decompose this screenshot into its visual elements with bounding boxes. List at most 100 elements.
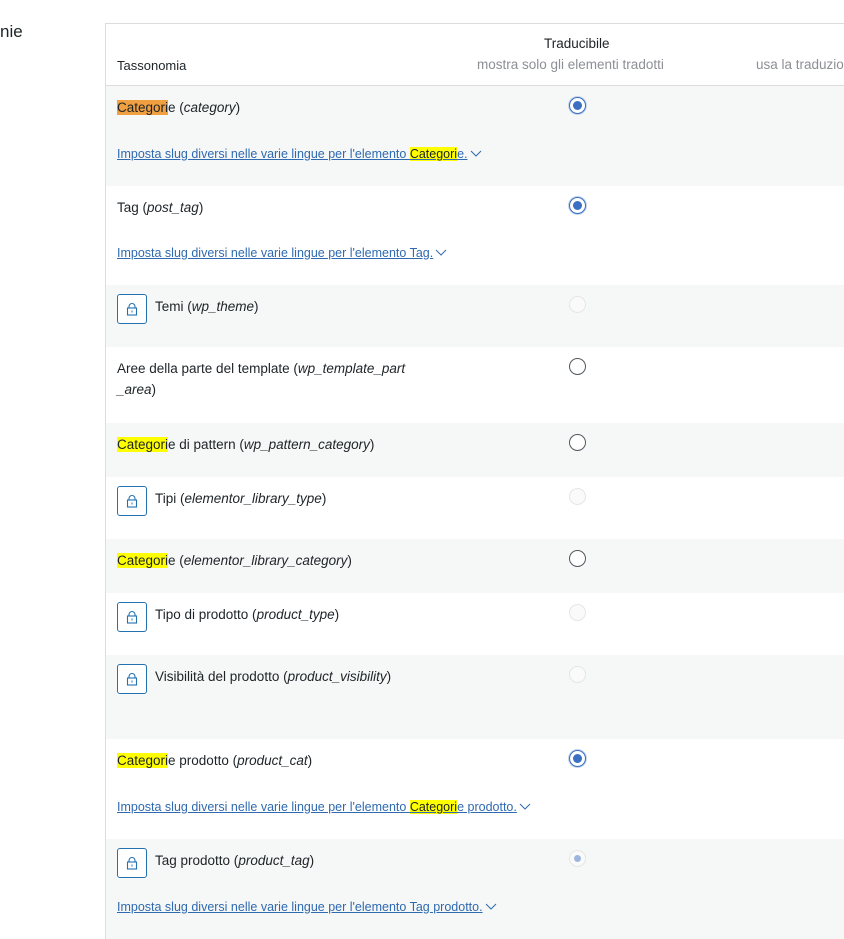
taxonomy-slug: product_visibility xyxy=(287,669,387,684)
chevron-down-icon xyxy=(435,245,447,259)
taxonomy-name: Categorie prodotto (product_cat) xyxy=(117,750,417,771)
taxonomy-label: Tipi ( xyxy=(155,491,185,506)
table-row: Categorie (elementor_library_category) xyxy=(106,539,844,593)
taxonomy-slug: elementor_library_type xyxy=(184,491,322,506)
taxonomy-slug: elementor_library_category xyxy=(183,553,348,568)
paren: ) xyxy=(386,669,392,684)
taxonomy-name: Categorie di pattern (wp_pattern_categor… xyxy=(117,434,417,455)
taxonomy-label: Tag ( xyxy=(117,200,148,215)
lock-icon[interactable] xyxy=(117,848,147,878)
taxonomy-name: Tipi (elementor_library_type) xyxy=(155,488,455,509)
search-highlight: Categori xyxy=(117,100,169,115)
taxonomy-label: e di pattern ( xyxy=(168,437,244,452)
table-row: Tag (post_tag) Imposta slug diversi nelle… xyxy=(106,186,844,285)
chevron-down-icon xyxy=(519,799,531,813)
slug-translation-link[interactable]: Imposta slug diversi nelle varie lingue … xyxy=(117,245,447,260)
translatable-radio[interactable] xyxy=(569,750,586,767)
taxonomy-name: Visibilità del prodotto (product_visibil… xyxy=(155,666,450,687)
translatable-radio xyxy=(569,488,586,505)
translatable-radio[interactable] xyxy=(569,550,586,567)
taxonomy-label: e ( xyxy=(168,553,184,568)
translatable-radio xyxy=(569,666,586,683)
taxonomy-slug: product_cat xyxy=(237,753,308,768)
lock-icon[interactable] xyxy=(117,294,147,324)
taxonomy-label: e ( xyxy=(168,100,184,115)
translatable-radio xyxy=(569,850,586,867)
taxonomy-slug: product_type xyxy=(256,607,335,622)
taxonomy-table: Tassonomia Traducibile mostra solo gli e… xyxy=(105,23,844,939)
link-element: e prodotto. xyxy=(457,800,517,814)
taxonomy-name: Categorie (elementor_library_category) xyxy=(117,550,417,571)
slug-translation-link[interactable]: Imposta slug diversi nelle varie lingue … xyxy=(117,146,482,161)
translatable-radio[interactable] xyxy=(569,197,586,214)
table-row: Categorie prodotto (product_cat) Imposta … xyxy=(106,739,844,839)
table-row: Visibilità del prodotto (product_visibil… xyxy=(106,655,844,739)
column-translatable: Traducibile xyxy=(544,36,610,51)
link-element: e. xyxy=(457,147,468,161)
taxonomy-label: e prodotto ( xyxy=(168,753,238,768)
taxonomy-slug: wp_pattern_category xyxy=(243,437,370,452)
search-highlight: Categori xyxy=(117,437,169,452)
link-prefix: Imposta slug diversi nelle varie lingue … xyxy=(117,147,410,161)
column-option-fallback: usa la traduzione xyxy=(756,57,844,72)
chevron-down-icon xyxy=(485,899,497,913)
taxonomy-slug: category xyxy=(183,100,236,115)
link-prefix: Imposta slug diversi nelle varie lingue … xyxy=(117,246,410,260)
taxonomy-slug: post_tag xyxy=(147,200,199,215)
taxonomy-label: Temi ( xyxy=(155,299,192,314)
translatable-radio xyxy=(569,296,586,313)
paren: ) xyxy=(347,553,352,568)
paren: ) xyxy=(369,437,375,452)
translatable-radio[interactable] xyxy=(569,97,586,114)
search-highlight: Categori xyxy=(409,147,458,161)
table-body: Categorie (category) Imposta slug diversi… xyxy=(106,86,844,939)
taxonomy-name: Categorie (category) xyxy=(117,97,417,118)
paren: ) xyxy=(198,200,204,215)
taxonomy-name: Temi (wp_theme) xyxy=(155,296,455,317)
translatable-radio[interactable] xyxy=(569,358,586,375)
paren: ) xyxy=(151,382,157,397)
table-row: Tag prodotto (product_tag) Imposta slug d… xyxy=(106,839,844,939)
column-option-translated-only: mostra solo gli elementi tradotti xyxy=(477,57,664,72)
lock-icon[interactable] xyxy=(117,486,147,516)
link-element: Tag. xyxy=(409,246,434,260)
table-row: Categorie di pattern (wp_pattern_categor… xyxy=(106,423,844,477)
translatable-radio xyxy=(569,604,586,621)
lock-icon[interactable] xyxy=(117,664,147,694)
taxonomy-name: Aree della parte del template (wp_templa… xyxy=(117,358,412,400)
taxonomy-label: Tipo di prodotto ( xyxy=(155,607,257,622)
section-title: nie xyxy=(0,22,23,41)
translatable-radio[interactable] xyxy=(569,434,586,451)
lock-icon[interactable] xyxy=(117,602,147,632)
table-row: Aree della parte del template (wp_templa… xyxy=(106,347,844,423)
taxonomy-slug: product_tag xyxy=(238,853,310,868)
paren: ) xyxy=(235,100,241,115)
search-highlight: Categori xyxy=(409,800,458,814)
slug-translation-link[interactable]: Imposta slug diversi nelle varie lingue … xyxy=(117,899,497,914)
taxonomy-slug: wp_theme xyxy=(191,299,255,314)
taxonomy-label: Tag prodotto ( xyxy=(155,853,239,868)
link-prefix: Imposta slug diversi nelle varie lingue … xyxy=(117,800,410,814)
search-highlight: Categori xyxy=(117,753,169,768)
table-row: Tipo di prodotto (product_type) xyxy=(106,593,844,655)
taxonomy-label: Visibilità del prodotto ( xyxy=(155,669,288,684)
taxonomy-name: Tag prodotto (product_tag) xyxy=(155,850,455,871)
paren: ) xyxy=(334,607,340,622)
table-header: Tassonomia Traducibile mostra solo gli e… xyxy=(106,24,844,86)
taxonomy-name: Tipo di prodotto (product_type) xyxy=(155,604,455,625)
chevron-down-icon xyxy=(470,146,482,160)
taxonomy-label: Aree della parte del template ( xyxy=(117,361,298,376)
table-row: Tipi (elementor_library_type) xyxy=(106,477,844,539)
paren: ) xyxy=(254,299,259,314)
paren: ) xyxy=(307,753,313,768)
table-row: Categorie (category) Imposta slug diversi… xyxy=(106,86,844,186)
column-taxonomy: Tassonomia xyxy=(117,58,187,73)
table-row: Temi (wp_theme) xyxy=(106,285,844,347)
link-element: Tag prodotto. xyxy=(409,900,483,914)
slug-translation-link[interactable]: Imposta slug diversi nelle varie lingue … xyxy=(117,799,531,814)
search-highlight: Categori xyxy=(117,553,169,568)
paren: ) xyxy=(309,853,315,868)
taxonomy-name: Tag (post_tag) xyxy=(117,197,417,218)
link-prefix: Imposta slug diversi nelle varie lingue … xyxy=(117,900,410,914)
paren: ) xyxy=(321,491,327,506)
